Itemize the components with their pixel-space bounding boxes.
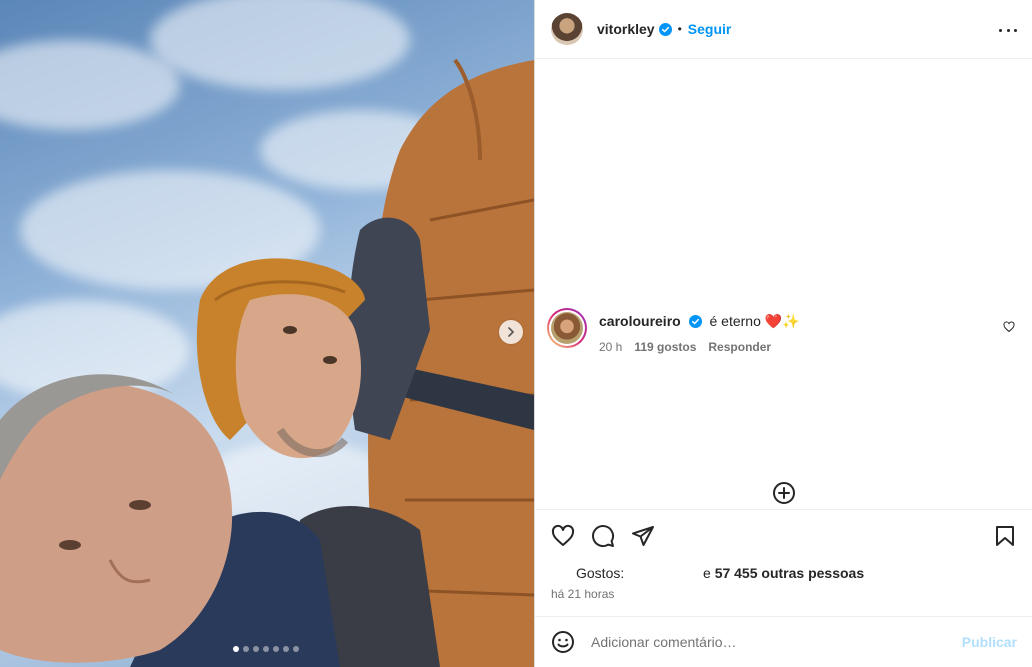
carousel-dot (253, 646, 259, 652)
comment-input[interactable] (591, 634, 962, 650)
share-icon[interactable] (631, 524, 655, 548)
more-options-button[interactable] (999, 21, 1017, 39)
heart-icon[interactable] (1003, 321, 1015, 333)
comment-text: é eterno ❤️✨ (709, 313, 800, 329)
likes-count-value[interactable]: 57 455 outras pessoas (715, 565, 864, 581)
plus-circle-icon[interactable] (772, 481, 796, 505)
carousel-dot (273, 646, 279, 652)
author-avatar[interactable] (551, 13, 583, 45)
likes-label: Gostos: (576, 565, 625, 581)
author-username[interactable]: vitorkley (597, 21, 655, 37)
comment-line: caroloureiro é eterno ❤️✨ (599, 313, 800, 330)
comment-composer: Publicar (535, 616, 1032, 667)
publish-button[interactable]: Publicar (962, 634, 1017, 650)
more-icon (999, 28, 1002, 32)
comment-reply-button[interactable]: Responder (708, 340, 771, 354)
more-icon (1014, 28, 1017, 32)
likes-count[interactable]: e 57 455 outras pessoas (703, 565, 864, 581)
heart-icon[interactable] (551, 524, 575, 548)
comment-avatar-image (551, 312, 583, 344)
comment-likes[interactable]: 119 gostos (634, 340, 696, 354)
post-actions (535, 509, 1032, 564)
post-header: vitorkley • Seguir (535, 0, 1032, 59)
comment-item: caroloureiro é eterno ❤️✨ 20 h 119 gosto… (547, 308, 1027, 354)
emoji-icon[interactable] (551, 630, 575, 654)
carousel-dot (293, 646, 299, 652)
likes-prefix: e (703, 565, 711, 581)
next-icon (508, 327, 514, 337)
comment-icon[interactable] (591, 524, 615, 548)
comment-time[interactable]: 20 h (599, 340, 622, 354)
verified-icon (658, 22, 672, 36)
header-separator: • (677, 22, 682, 36)
carousel-dot (233, 646, 239, 652)
carousel-dot (283, 646, 289, 652)
bookmark-icon[interactable] (993, 524, 1017, 548)
next-slide-button[interactable] (499, 320, 523, 344)
carousel-dot (243, 646, 249, 652)
post-timestamp[interactable]: há 21 horas (551, 587, 614, 601)
carousel-indicator (233, 646, 299, 652)
photo-content (0, 58, 534, 667)
comment-username[interactable]: caroloureiro (599, 313, 681, 329)
carousel-dot (263, 646, 269, 652)
comment-meta: 20 h 119 gostos Responder (599, 340, 800, 354)
post-media[interactable] (0, 0, 534, 667)
post-side-panel: vitorkley • Seguir caroloureiro é eterno… (534, 0, 1032, 667)
more-icon (1006, 28, 1010, 32)
comment-avatar[interactable] (547, 308, 587, 348)
verified-icon (688, 315, 702, 328)
post-modal: vitorkley • Seguir caroloureiro é eterno… (0, 0, 1032, 667)
follow-button[interactable]: Seguir (688, 21, 732, 37)
comment-body: caroloureiro é eterno ❤️✨ 20 h 119 gosto… (599, 308, 800, 354)
